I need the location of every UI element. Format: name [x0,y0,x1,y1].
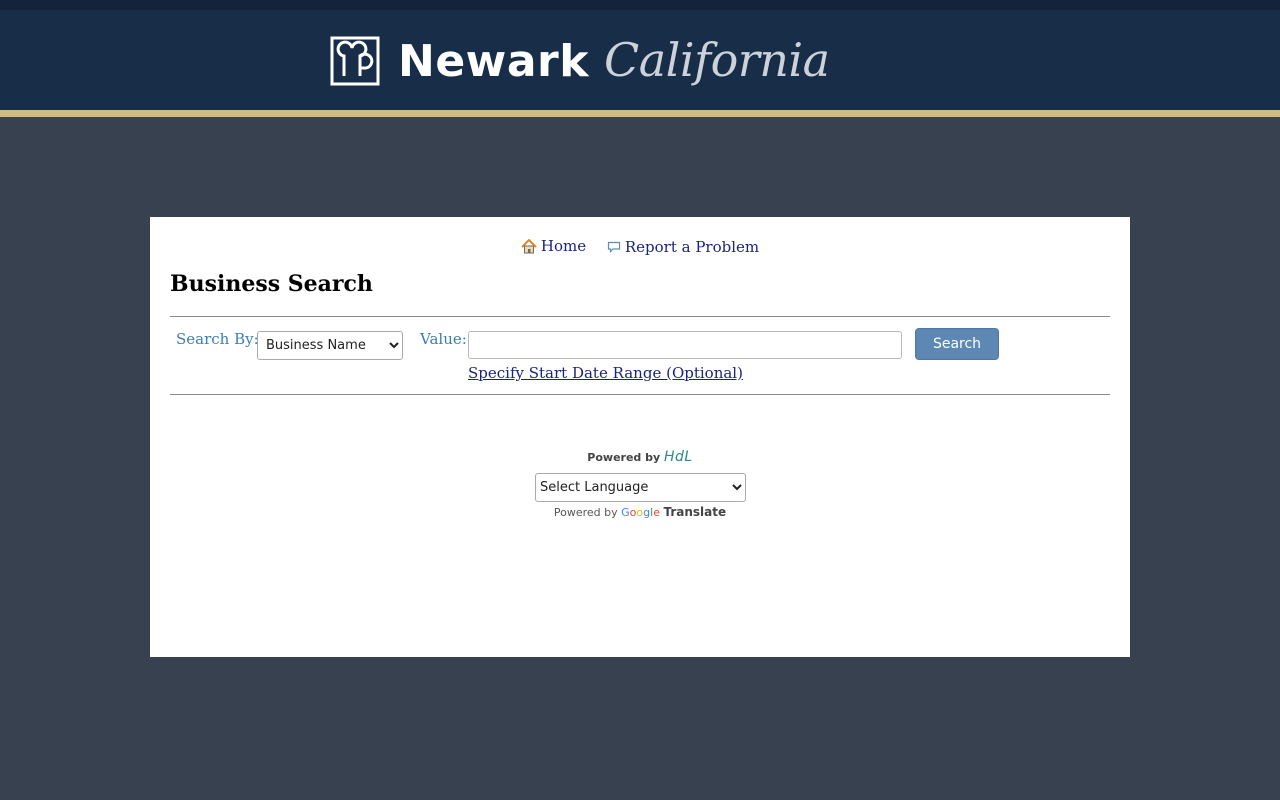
logo-script: California [604,33,830,87]
language-select[interactable]: Select Language [535,473,746,502]
top-nav: Home Report a Problem [150,237,1130,258]
value-input[interactable] [468,331,902,359]
report-problem-label: Report a Problem [624,238,760,256]
translate-label[interactable]: Translate [663,505,726,519]
home-link[interactable]: Home [521,237,586,255]
logo-wordmark: Newark [398,36,589,87]
search-by-label: Search By: [176,330,259,348]
date-range-link[interactable]: Specify Start Date Range (Optional) [468,364,743,382]
divider-bottom [170,394,1110,395]
content-panel: Home Report a Problem Business Search Se… [150,217,1130,657]
header-accent-bar [0,110,1280,117]
value-label: Value: [420,330,467,348]
home-link-label: Home [540,237,587,255]
report-problem-link[interactable]: Report a Problem [607,238,759,256]
page-title: Business Search [170,271,373,297]
divider-top [170,316,1110,317]
google-logo-icon[interactable]: Google [621,506,660,519]
hdl-logo-icon[interactable]: HdL [664,449,693,465]
tree-logo-icon [330,36,380,86]
powered-by-text: Powered by [587,451,661,464]
home-icon [521,238,537,253]
search-by-select[interactable]: Business Name [257,331,403,360]
site-header: Newark California [0,10,1280,110]
speech-bubble-icon [607,241,620,253]
top-strip [0,0,1280,10]
search-button[interactable]: Search [915,328,999,360]
google-powered-text: Powered by [553,506,618,519]
city-logo[interactable]: Newark California [330,26,830,101]
powered-by-hdl: Powered by HdL [150,449,1130,465]
google-translate-credit: Powered by Google Translate [150,505,1130,519]
